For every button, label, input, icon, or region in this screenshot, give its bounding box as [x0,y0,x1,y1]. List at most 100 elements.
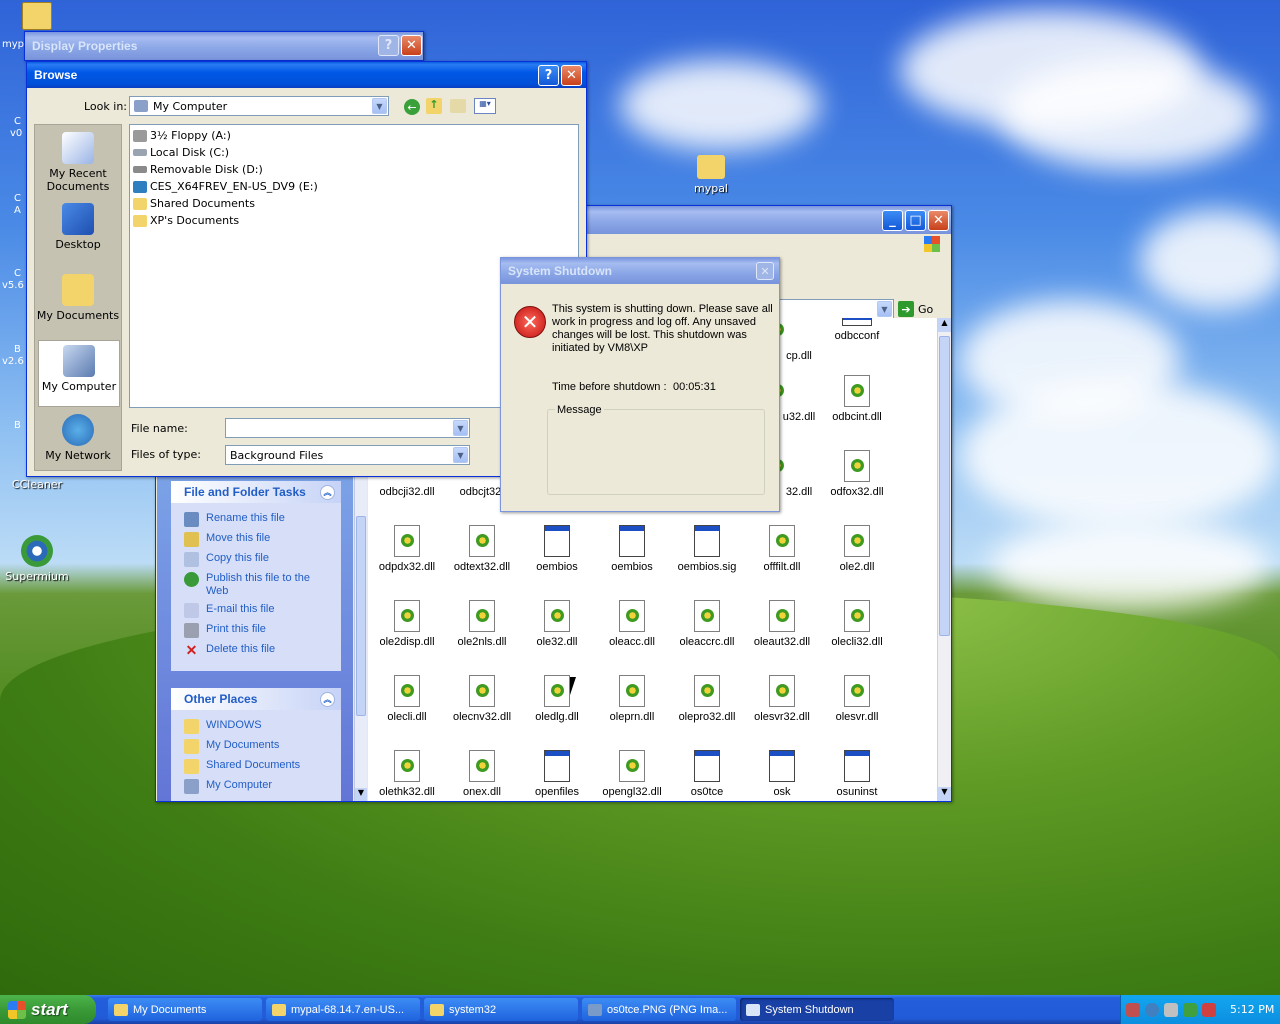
view-menu-icon[interactable]: ▦▾ [474,98,496,114]
file-item[interactable]: oleacc.dll [595,600,669,648]
file-item[interactable]: olethk32.dll [370,750,444,798]
minimize-button[interactable]: _ [882,210,903,231]
place-my-documents[interactable]: My Documents [36,274,120,322]
list-item-xp-documents[interactable]: XP's Documents [133,212,578,229]
address-bar[interactable]: ▼ [776,299,894,319]
chevron-down-icon[interactable]: ▼ [372,98,387,114]
display-properties-window[interactable]: Display Properties ? ✕ [24,31,424,61]
other-place-my-documents[interactable]: My Documents [184,739,341,754]
file-item[interactable]: odbcconf [820,318,894,342]
place-my-computer[interactable]: My Computer [38,340,120,407]
tray-icon-globe[interactable] [1145,1002,1159,1017]
desktop-top-icon[interactable] [22,2,52,30]
scroll-up-button[interactable]: ▲ [938,318,951,332]
file-item[interactable]: oembios.sig [670,525,744,573]
file-item[interactable]: osk [745,750,819,798]
close-button[interactable]: ✕ [928,210,949,231]
other-place-my-computer[interactable]: My Computer [184,779,341,794]
collapse-icon[interactable]: ︽ [320,484,335,500]
files-of-type-select[interactable]: Background Files ▼ [225,445,470,465]
browse-titlebar[interactable]: Browse [27,62,586,88]
file-item[interactable]: osuninst [820,750,894,798]
file-item[interactable]: openfiles [520,750,594,798]
file-item[interactable]: olecnv32.dll [445,675,519,723]
list-item-cd-drive[interactable]: CES_X64FREV_EN-US_DV9 (E:) [133,178,578,195]
desktop-icon-supermium[interactable]: Supermium [2,535,72,583]
other-place-shared-documents[interactable]: Shared Documents [184,759,341,774]
file-item[interactable]: ole2.dll [820,525,894,573]
file-item[interactable]: oleaut32.dll [745,600,819,648]
file-view-scrollbar[interactable]: ▲ ▼ [937,318,951,801]
taskbar-item-mypal[interactable]: mypal-68.14.7.en-US... [266,998,420,1021]
list-item-shared-documents[interactable]: Shared Documents [133,195,578,212]
file-item[interactable]: offfilt.dll [745,525,819,573]
list-item-floppy[interactable]: 3½ Floppy (A:) [133,127,578,144]
shutdown-dialog[interactable]: System Shutdown ✕ ✕ This system is shutt… [500,257,780,512]
file-item[interactable]: ole2nls.dll [445,600,519,648]
go-button[interactable]: ➔ Go [898,299,933,319]
shutdown-titlebar[interactable]: System Shutdown [501,258,779,284]
file-item[interactable]: opengl32.dll [595,750,669,798]
list-item-removable-disk[interactable]: Removable Disk (D:) [133,161,578,178]
file-item[interactable]: onex.dll [445,750,519,798]
file-item[interactable]: oleaccrc.dll [670,600,744,648]
rename-file-link[interactable]: Rename this file [184,512,341,527]
file-item[interactable]: olesvr32.dll [745,675,819,723]
desktop-icon-mypal[interactable]: mypal [676,155,746,195]
tray-icon-refresh[interactable] [1183,1002,1197,1017]
file-name-input[interactable]: ▼ [225,418,470,438]
file-item[interactable]: olesvr.dll [820,675,894,723]
taskbar-item-my-documents[interactable]: My Documents [108,998,262,1021]
file-item[interactable]: ole2disp.dll [370,600,444,648]
chevron-down-icon[interactable]: ▼ [453,447,468,463]
place-desktop[interactable]: Desktop [36,203,120,251]
tray-icon-shield[interactable] [1202,1002,1216,1017]
tray-icon-network[interactable] [1126,1002,1140,1017]
close-button[interactable]: ✕ [756,262,774,280]
taskbar-item-image-viewer[interactable]: os0tce.PNG (PNG Ima... [582,998,736,1021]
taskbar-item-system32[interactable]: system32 [424,998,578,1021]
display-properties-titlebar[interactable]: Display Properties [25,32,423,60]
desktop-icon-ccleaner[interactable]: CCleaner [2,478,72,491]
copy-file-link[interactable]: Copy this file [184,552,341,567]
close-button[interactable]: ✕ [401,35,422,56]
other-places-header[interactable]: Other Places ︽ [171,688,341,710]
file-item[interactable]: olecli32.dll [820,600,894,648]
file-tasks-header[interactable]: File and Folder Tasks ︽ [171,481,341,503]
file-item[interactable]: oleprn.dll [595,675,669,723]
help-button[interactable]: ? [378,35,399,56]
file-item[interactable]: odpdx32.dll [370,525,444,573]
file-item[interactable]: ole32.dll [520,600,594,648]
move-file-link[interactable]: Move this file [184,532,341,547]
scroll-thumb[interactable] [939,336,950,636]
scroll-down-button[interactable]: ▼ [355,788,367,801]
print-file-link[interactable]: Print this file [184,623,341,638]
task-pane-scrollbar[interactable]: ▼ [354,476,367,801]
file-item[interactable]: oembios [595,525,669,573]
file-item[interactable]: olecli.dll [370,675,444,723]
new-folder-icon[interactable] [450,99,466,113]
look-in-select[interactable]: My Computer ▼ [129,96,389,116]
place-recent-documents[interactable]: My Recent Documents [36,132,120,193]
file-item[interactable]: odbcint.dll [820,375,894,423]
close-button[interactable]: ✕ [561,65,582,86]
file-item[interactable]: os0tce [670,750,744,798]
start-button[interactable]: start [0,995,96,1024]
chevron-down-icon[interactable]: ▼ [453,420,468,436]
email-file-link[interactable]: E-mail this file [184,603,341,618]
other-place-windows[interactable]: WINDOWS [184,719,341,734]
scroll-thumb[interactable] [356,516,366,716]
scroll-down-button[interactable]: ▼ [938,787,951,801]
file-item[interactable]: oembios [520,525,594,573]
help-button[interactable]: ? [538,65,559,86]
list-item-local-disk[interactable]: Local Disk (C:) [133,144,578,161]
delete-file-link[interactable]: ✕ Delete this file [184,643,341,658]
back-icon[interactable]: ← [404,99,420,115]
chevron-down-icon[interactable]: ▼ [877,301,892,317]
taskbar-item-system-shutdown[interactable]: System Shutdown [740,998,894,1021]
maximize-button[interactable]: □ [905,210,926,231]
file-item[interactable]: odtext32.dll [445,525,519,573]
collapse-icon[interactable]: ︽ [320,691,335,707]
file-item[interactable]: odfox32.dll [820,450,894,498]
up-folder-icon[interactable]: ↑ [426,98,442,114]
